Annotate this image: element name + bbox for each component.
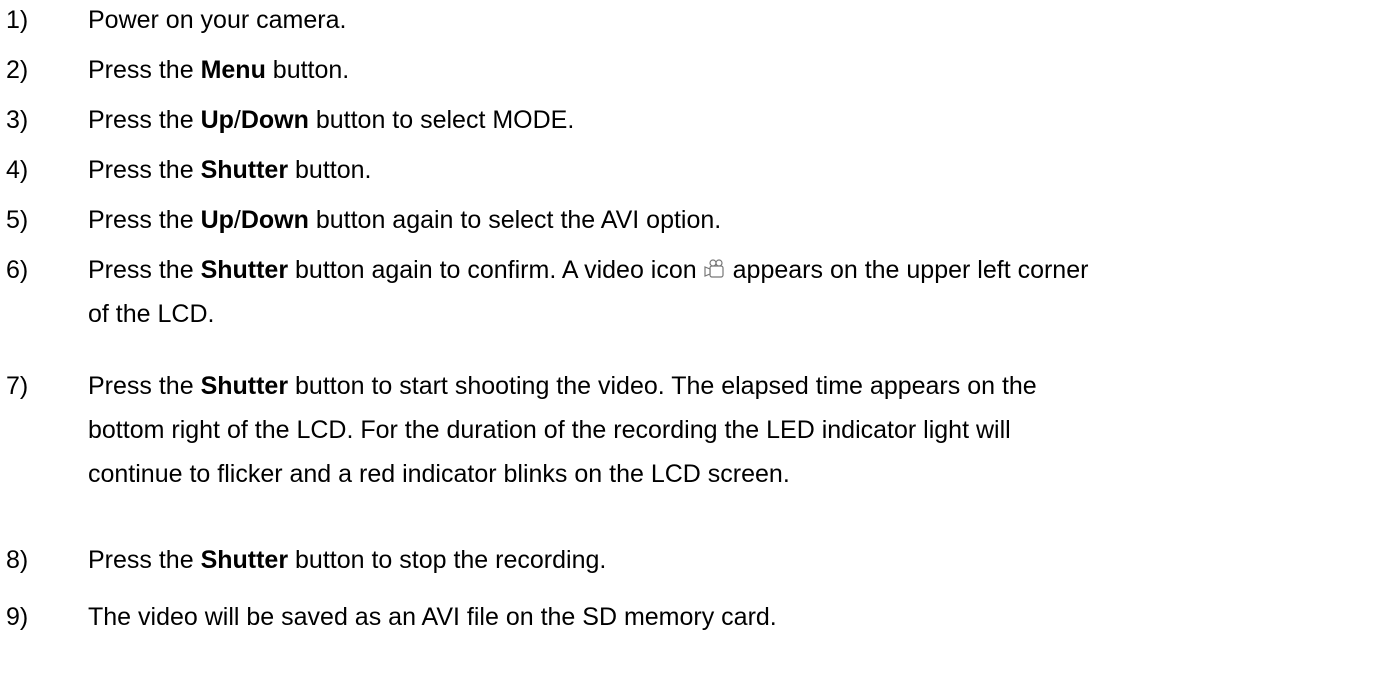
step-text: Press the Shutter button to stop the rec… — [88, 546, 607, 574]
button-name-menu: Menu — [200, 56, 266, 84]
step-number: 1) — [6, 6, 29, 34]
step-text: The video will be saved as an AVI file o… — [88, 603, 777, 631]
step-number: 5) — [6, 206, 29, 234]
video-camera-icon — [703, 250, 725, 278]
step-number: 2) — [6, 56, 29, 84]
step-text: Press the Up/Down button to select MODE. — [88, 106, 575, 134]
instruction-list: 1) Power on your camera. 2) Press the Me… — [0, 0, 1393, 697]
step-number: 6) — [6, 256, 29, 284]
step-text: Press the Menu button. — [88, 56, 350, 84]
step-text: Power on your camera. — [88, 6, 347, 34]
button-name-up: Up — [200, 106, 234, 134]
button-name-shutter: Shutter — [200, 156, 289, 184]
button-name-shutter: Shutter — [200, 546, 289, 574]
step-number: 7) — [6, 372, 29, 400]
button-name-shutter: Shutter — [200, 372, 289, 400]
step-number: 4) — [6, 156, 29, 184]
step-text: Press the Shutter button to start shooti… — [88, 372, 1037, 488]
button-name-up: Up — [200, 206, 234, 234]
step-number: 3) — [6, 106, 29, 134]
step-text: Press the Shutter button. — [88, 156, 372, 184]
step-text: Press the Up/Down button again to select… — [88, 206, 722, 234]
button-name-down: Down — [240, 206, 309, 234]
step-number: 8) — [6, 546, 29, 574]
button-name-shutter: Shutter — [200, 256, 289, 284]
step-number: 9) — [6, 603, 29, 631]
step-text: Press the Shutter button again to confir… — [88, 248, 1388, 336]
button-name-down: Down — [240, 106, 309, 134]
